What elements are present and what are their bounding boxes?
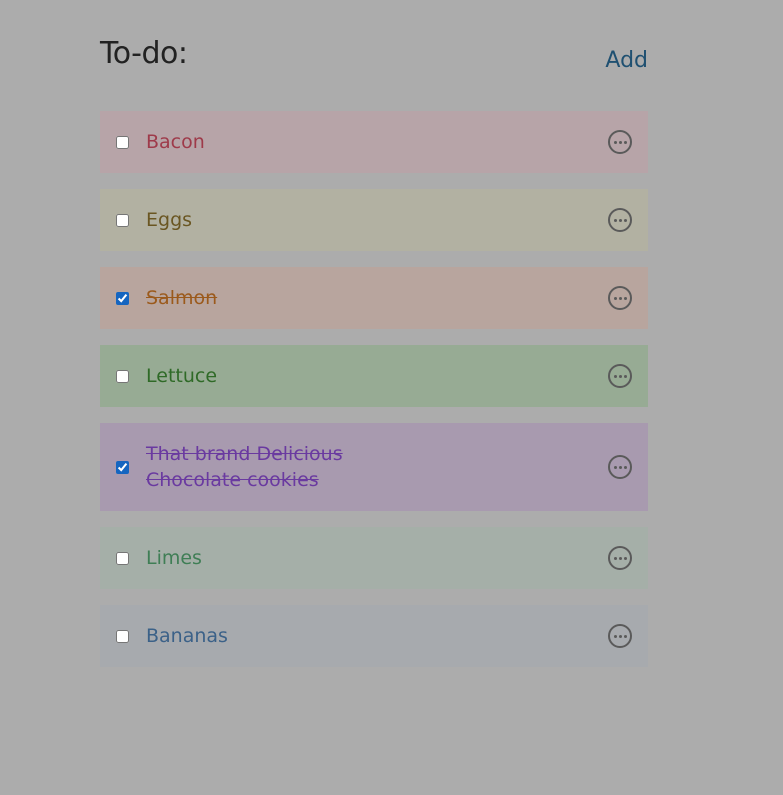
todo-checkbox[interactable] — [116, 213, 129, 227]
todo-item-salmon: Salmon — [100, 267, 648, 329]
todo-checkbox[interactable] — [116, 460, 129, 474]
todo-item-limes: Limes — [100, 527, 648, 589]
add-button[interactable]: Add — [605, 48, 648, 73]
todo-label: Bananas — [146, 625, 228, 647]
todo-label: Salmon — [146, 287, 218, 309]
todo-checkbox[interactable] — [116, 629, 129, 643]
todo-list: Bacon Eggs Salmon Lettuce That brand Del… — [100, 111, 648, 667]
todo-item-eggs: Eggs — [100, 189, 648, 251]
todo-label: Limes — [146, 547, 202, 569]
todo-item-cookies: That brand Delicious Chocolate cookies — [100, 423, 648, 511]
todo-item-lettuce: Lettuce — [100, 345, 648, 407]
todo-label: Bacon — [146, 131, 205, 153]
more-options-icon[interactable] — [608, 208, 632, 232]
more-options-icon[interactable] — [608, 286, 632, 310]
todo-panel: To-do: Add Bacon Eggs Salmon Lettuce Tha… — [100, 36, 648, 683]
todo-label: Eggs — [146, 209, 193, 231]
todo-label: That brand Delicious Chocolate cookies — [146, 443, 343, 491]
todo-checkbox[interactable] — [116, 369, 129, 383]
more-options-icon[interactable] — [608, 546, 632, 570]
header: To-do: Add — [100, 36, 648, 111]
more-options-icon[interactable] — [608, 130, 632, 154]
todo-checkbox[interactable] — [116, 551, 129, 565]
todo-checkbox[interactable] — [116, 291, 129, 305]
todo-item-bananas: Bananas — [100, 605, 648, 667]
more-options-icon[interactable] — [608, 364, 632, 388]
todo-label: Lettuce — [146, 365, 218, 387]
page-title: To-do: — [100, 36, 188, 71]
more-options-icon[interactable] — [608, 455, 632, 479]
more-options-icon[interactable] — [608, 624, 632, 648]
todo-checkbox[interactable] — [116, 135, 129, 149]
todo-item-bacon: Bacon — [100, 111, 648, 173]
